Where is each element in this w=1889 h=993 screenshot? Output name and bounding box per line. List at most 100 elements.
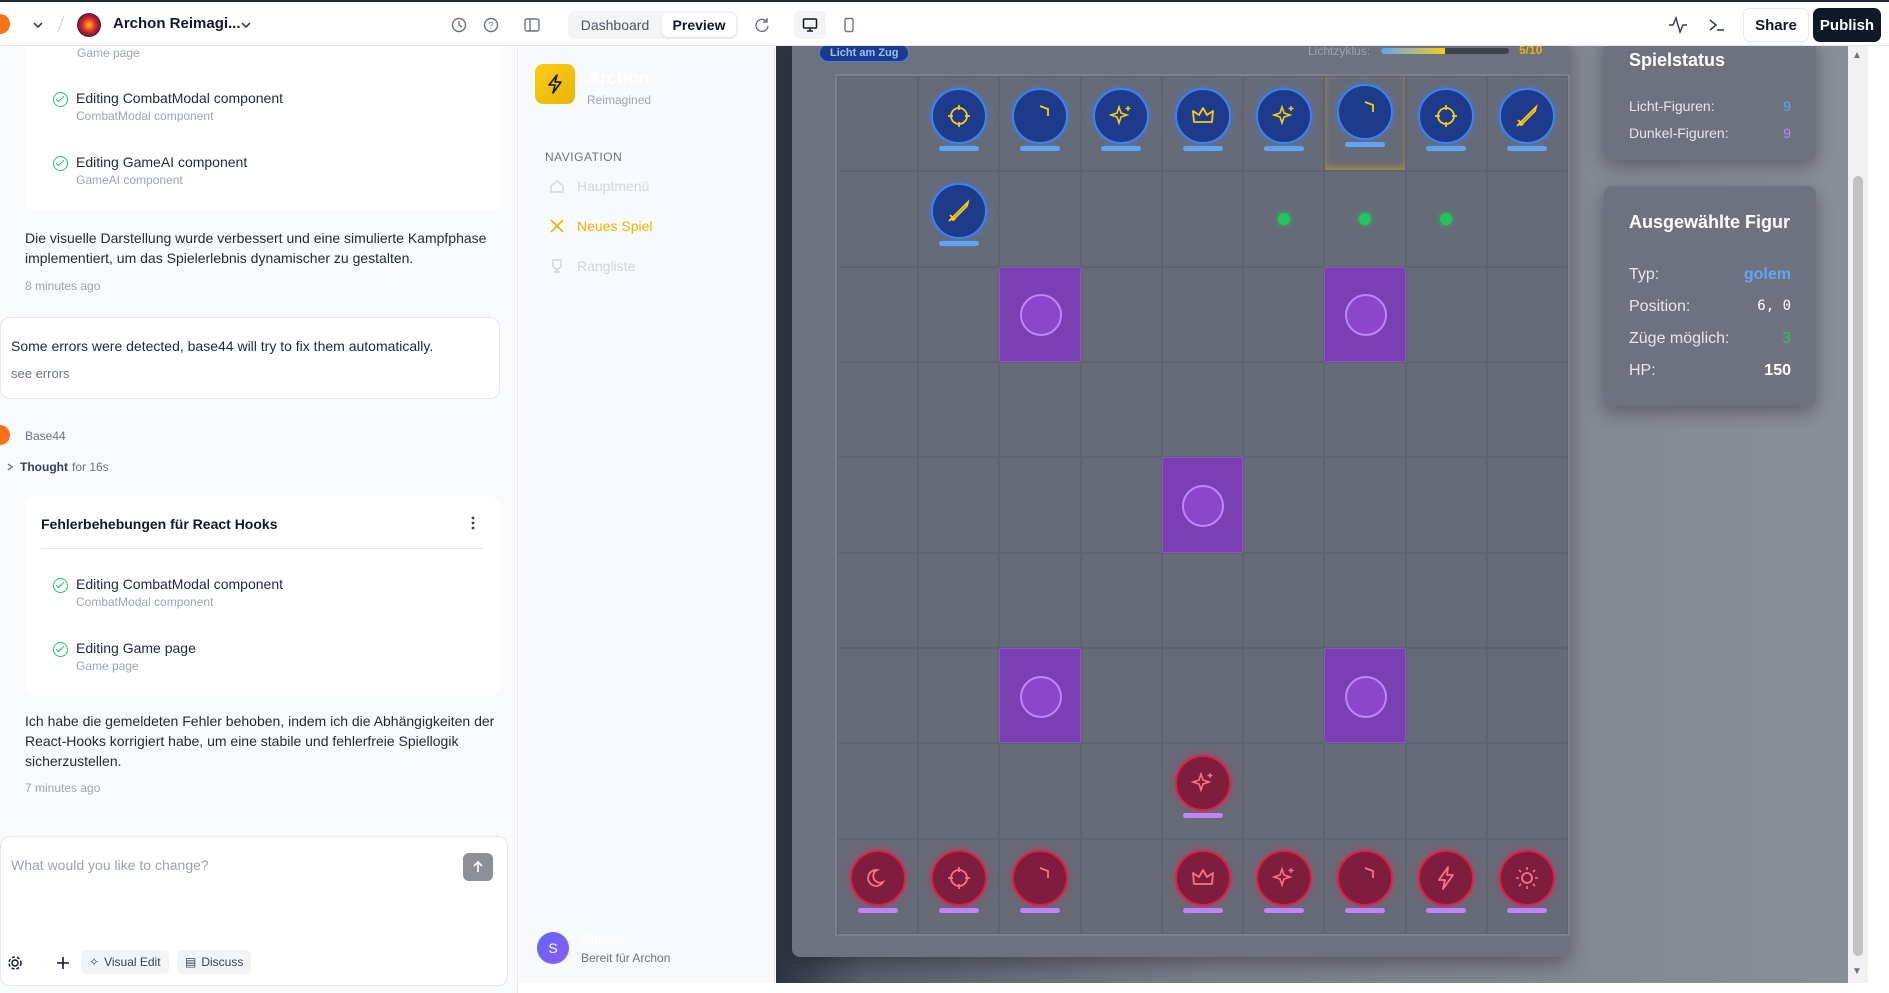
discuss-button[interactable]: ▤ Discuss [177,950,252,974]
board-cell[interactable] [1405,552,1487,648]
visual-edit-button[interactable]: ✧ Visual Edit [81,950,169,974]
board-cell[interactable] [1324,552,1406,648]
task-item[interactable]: Editing CombatModal component CombatModa… [53,90,283,123]
board-cell[interactable] [1080,838,1162,934]
board-cell[interactable] [1161,266,1244,362]
activity-icon[interactable] [1664,11,1692,39]
light-piece-shield[interactable] [1012,87,1069,144]
scroll-up-arrow[interactable]: ▲ [1852,50,1862,61]
scrollbar[interactable]: ▲ ▼ [1848,46,1868,983]
project-chevron-icon[interactable] [232,11,260,39]
board-cell[interactable] [1243,457,1325,553]
light-piece-crown[interactable] [1174,87,1231,144]
board-cell-power[interactable] [1324,648,1406,744]
light-piece-shield[interactable] [1336,83,1393,140]
board-cell[interactable] [999,171,1081,267]
scroll-thumb[interactable] [1853,176,1863,956]
thought-toggle[interactable]: Thought for 16s [6,460,109,474]
board-cell[interactable] [837,171,919,267]
board-cell[interactable] [918,457,1000,553]
board-cell[interactable] [1161,362,1244,458]
board-cell[interactable] [1405,266,1487,362]
chevron-down-icon[interactable] [24,11,52,39]
board-cell[interactable] [1405,457,1487,553]
move-target-dot[interactable] [1358,213,1371,225]
board-cell[interactable] [1243,266,1325,362]
light-piece-target[interactable] [930,87,987,144]
task-item[interactable]: Editing GameAI component GameAI componen… [53,154,247,187]
board-cell[interactable] [1080,457,1162,553]
see-errors-link[interactable]: see errors [11,364,70,384]
board-cell[interactable] [1405,743,1487,839]
board-cell[interactable] [1486,266,1568,362]
task-item[interactable]: Editing CombatModal component CombatModa… [53,576,283,609]
board-cell[interactable] [1324,743,1406,839]
share-button[interactable]: Share [1743,8,1809,42]
dark-piece-sparkle[interactable] [1255,850,1312,907]
board-cell-power[interactable] [1161,457,1244,553]
board-cell[interactable] [999,743,1081,839]
board-cell[interactable] [1161,648,1244,744]
board-cell[interactable] [999,552,1081,648]
board-cell[interactable] [1243,648,1325,744]
project-name[interactable]: Archon Reimagi... [113,15,241,32]
board-cell[interactable] [1080,743,1162,839]
board-cell[interactable] [1080,362,1162,458]
light-piece-sword[interactable] [930,183,987,239]
board-cell[interactable] [837,648,919,744]
board-cell[interactable] [918,552,1000,648]
brand-logo[interactable] [535,64,575,104]
user-avatar[interactable]: S [537,932,569,964]
board-cell[interactable] [1486,457,1568,553]
board-cell[interactable] [999,362,1081,458]
light-piece-sword[interactable] [1499,87,1556,144]
plus-icon[interactable] [55,955,71,971]
light-piece-target[interactable] [1418,87,1475,144]
nav-item-hauptmenue[interactable]: Hauptmenü [549,178,649,194]
dark-piece-target[interactable] [930,850,987,907]
board-cell[interactable] [1243,362,1325,458]
board-cell-power[interactable] [1324,266,1406,362]
dark-piece-sparkle[interactable] [1174,755,1231,811]
board-cell[interactable] [1324,362,1406,458]
scroll-down-arrow[interactable]: ▼ [1852,966,1862,977]
board-cell[interactable] [1243,552,1325,648]
board-cell[interactable] [837,743,919,839]
board-cell-power[interactable] [999,266,1081,362]
dark-piece-shield[interactable] [1336,850,1393,907]
board-cell[interactable] [837,76,919,172]
nav-item-neues-spiel[interactable]: Neues Spiel [549,218,653,234]
board-cell[interactable] [1405,648,1487,744]
board-cell[interactable] [837,457,919,553]
dark-piece-crown[interactable] [1174,850,1231,907]
board-cell[interactable] [1161,171,1244,267]
board-cell[interactable] [1486,552,1568,648]
board-cell[interactable] [1405,362,1487,458]
board-cell[interactable] [1486,362,1568,458]
board-cell[interactable] [1243,743,1325,839]
desktop-view-icon[interactable] [794,11,826,39]
tab-dashboard[interactable]: Dashboard [570,13,660,37]
board-cell[interactable] [1486,648,1568,744]
mobile-view-icon[interactable] [835,11,863,39]
publish-button[interactable]: Publish [1813,8,1881,42]
more-options-icon[interactable] [465,514,481,532]
chat-input[interactable]: What would you like to change? [11,857,209,873]
light-piece-sparkle[interactable] [1093,87,1150,144]
board-cell[interactable] [1324,457,1406,553]
nav-item-rangliste[interactable]: Rangliste [549,258,635,274]
board-cell[interactable] [1080,552,1162,648]
board-cell[interactable] [837,362,919,458]
tab-preview[interactable]: Preview [662,13,736,37]
sidebar-toggle-icon[interactable] [518,11,546,39]
light-piece-sparkle[interactable] [1255,87,1312,144]
settings-icon[interactable] [7,955,23,971]
board-cell[interactable] [837,266,919,362]
terminal-icon[interactable] [1703,11,1731,39]
board-cell[interactable] [1486,743,1568,839]
send-button[interactable] [463,853,493,881]
board-cell[interactable] [1080,171,1162,267]
board-cell[interactable] [1080,266,1162,362]
board-cell[interactable] [918,648,1000,744]
board-cell[interactable] [1080,648,1162,744]
